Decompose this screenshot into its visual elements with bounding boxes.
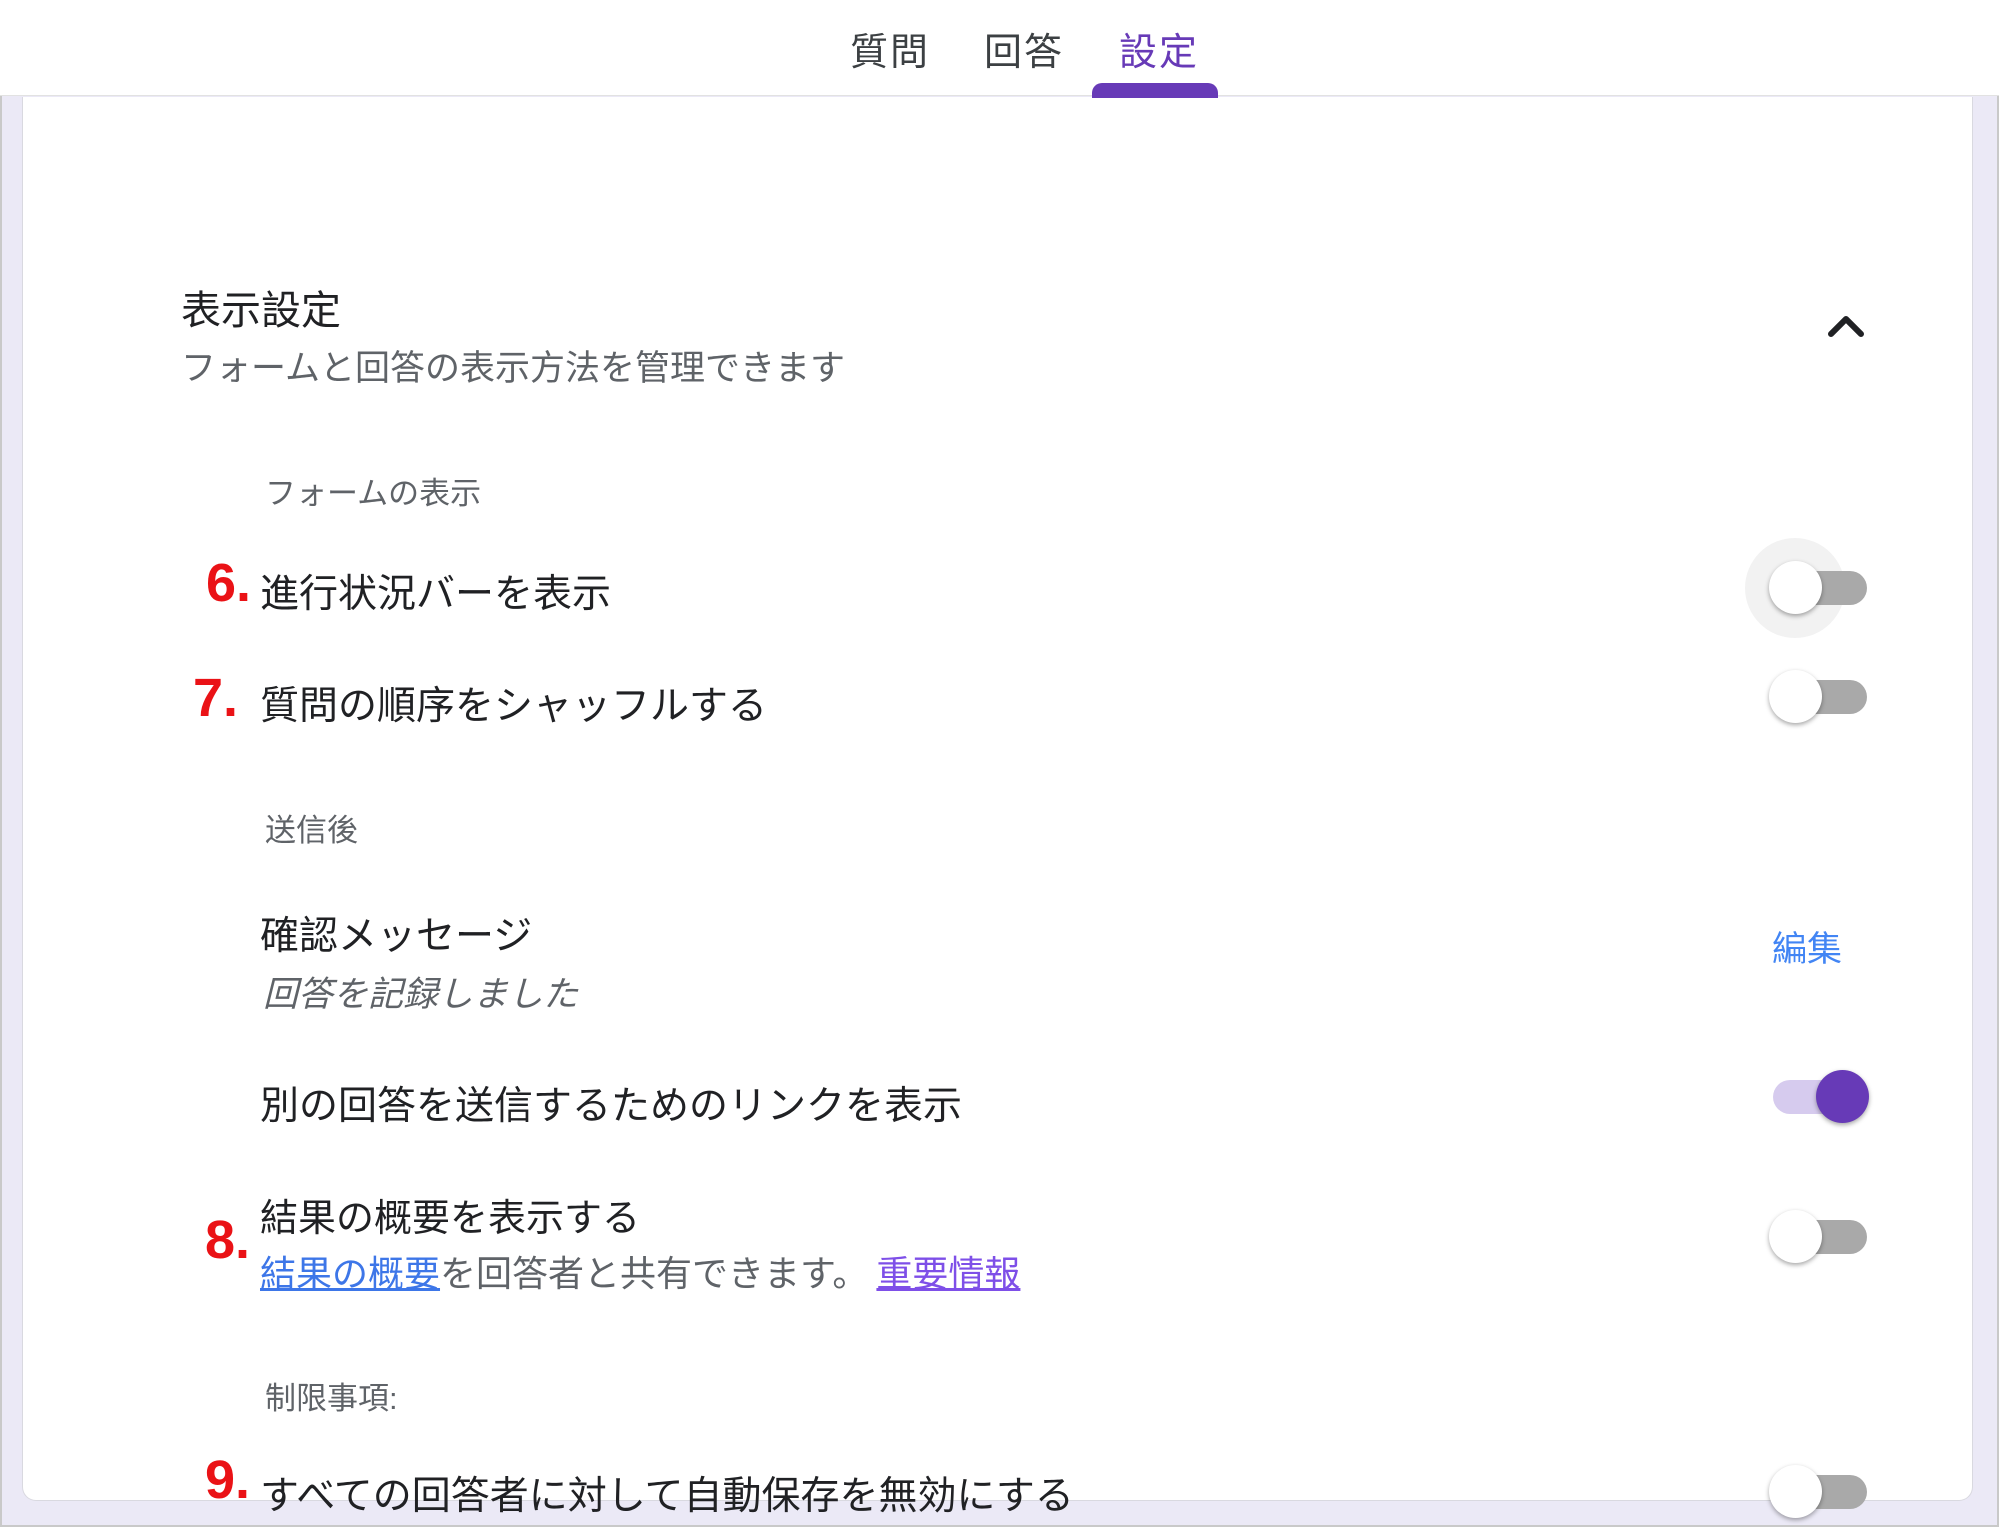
results-summary-description: 結果の概要を回答者と共有できます。重要情報 xyxy=(260,1245,1020,1297)
chevron-up-icon xyxy=(1827,314,1865,338)
important-info-link[interactable]: 重要情報 xyxy=(876,1253,1020,1294)
resubmit-link-label: 別の回答を送信するためのリンクを表示 xyxy=(260,1075,962,1131)
resubmit-link-toggle[interactable] xyxy=(1773,1080,1867,1114)
card-subtitle: フォームと回答の表示方法を管理できます xyxy=(181,340,845,391)
tab-questions[interactable]: 質問 xyxy=(843,0,937,96)
presentation-settings-card: 表示設定 フォームと回答の表示方法を管理できます フォームの表示 6. 進行状況… xyxy=(22,97,1973,1501)
toggle-thumb xyxy=(1769,670,1822,723)
annotation-9: 9. xyxy=(205,1449,250,1511)
results-summary-desc-text: を回答者と共有できます。 xyxy=(440,1253,868,1294)
toggle-thumb xyxy=(1769,1465,1822,1518)
card-title: 表示設定 xyxy=(181,278,341,336)
google-forms-settings-page: 質問 回答 設定 表示設定 フォームと回答の表示方法を管理できます フォームの表… xyxy=(0,0,1999,1527)
disable-autosave-label: すべての回答者に対して自動保存を無効にする xyxy=(260,1465,1074,1521)
annotation-8: 8. xyxy=(205,1209,250,1271)
shuffle-questions-label: 質問の順序をシャッフルする xyxy=(260,675,767,731)
collapse-section-button[interactable] xyxy=(1815,295,1877,357)
confirmation-message-label: 確認メッセージ xyxy=(260,905,532,961)
section-form-presentation: フォームの表示 xyxy=(265,468,481,513)
results-summary-toggle[interactable] xyxy=(1773,1220,1867,1254)
active-tab-indicator xyxy=(1092,83,1218,98)
progress-bar-label: 進行状況バーを表示 xyxy=(260,563,611,619)
confirmation-message-value: 回答を記録しました xyxy=(263,966,578,1017)
edit-confirmation-link[interactable]: 編集 xyxy=(1772,921,1842,972)
tab-responses[interactable]: 回答 xyxy=(977,0,1071,96)
toggle-thumb xyxy=(1769,561,1822,614)
section-restrictions: 制限事項: xyxy=(265,1373,398,1418)
disable-autosave-toggle[interactable] xyxy=(1773,1475,1867,1509)
annotation-7: 7. xyxy=(193,667,238,729)
toggle-thumb xyxy=(1769,1210,1822,1263)
tab-bar: 質問 回答 設定 xyxy=(0,0,1999,96)
results-summary-link[interactable]: 結果の概要 xyxy=(260,1253,440,1294)
section-after-submission: 送信後 xyxy=(265,805,358,850)
toggle-thumb xyxy=(1816,1070,1869,1123)
tab-settings[interactable]: 設定 xyxy=(1112,0,1206,96)
annotation-6: 6. xyxy=(206,552,251,614)
shuffle-questions-toggle[interactable] xyxy=(1773,680,1867,714)
progress-bar-toggle[interactable] xyxy=(1773,571,1867,605)
results-summary-label: 結果の概要を表示する xyxy=(260,1187,640,1242)
